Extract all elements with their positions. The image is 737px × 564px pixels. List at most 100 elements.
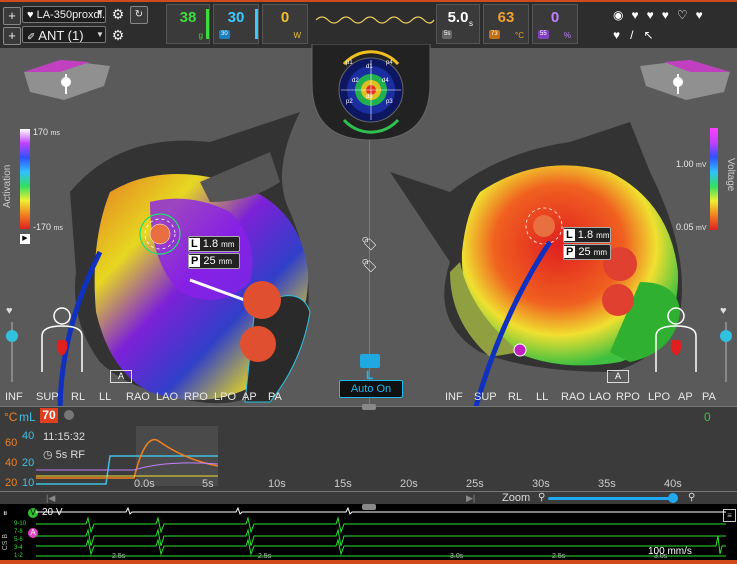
catheter-selector-dropdown[interactable]: ✐ ANT (1)	[22, 26, 106, 43]
view-label-rao[interactable]: RAO	[561, 391, 589, 403]
play-icon[interactable]: ▶	[20, 234, 30, 244]
ecg-traces	[36, 506, 726, 557]
heart-icon[interactable]: ♥	[662, 8, 677, 22]
impedance-drop-chip: 55	[538, 30, 549, 39]
impedance-drop-value: 0	[550, 9, 560, 26]
view-label-rl[interactable]: RL	[71, 391, 99, 403]
view-label-ll[interactable]: LL	[99, 391, 126, 403]
temp-axis-unit: °C	[4, 410, 18, 424]
torso-orientation-left[interactable]	[36, 306, 88, 372]
view-label-sup[interactable]: SUP	[474, 391, 508, 403]
tick-35s: 35s	[598, 478, 616, 490]
add-map-button[interactable]: +	[3, 7, 21, 25]
ecg-time-mark: 3.0s	[450, 553, 464, 560]
rewind-icon[interactable]: |◀	[46, 493, 55, 504]
tag-icon[interactable]: 🏷	[361, 258, 378, 274]
heart-check-icon[interactable]: ♥	[613, 28, 630, 42]
tag-icon[interactable]: 🏷	[361, 236, 378, 252]
view-label-rpo[interactable]: RPO	[184, 391, 214, 403]
zoom-slider[interactable]	[548, 497, 676, 500]
duration-unit: s	[469, 19, 473, 28]
torso-orientation-right[interactable]	[650, 306, 702, 372]
bottom-accent-line	[0, 560, 737, 564]
ecg-time-mark: 2.5s	[112, 553, 126, 560]
left-distance-tag: L 1.8 mm	[188, 236, 240, 252]
power-metric: 0 W	[262, 4, 308, 44]
orientation-widget-right[interactable]	[630, 52, 734, 106]
heart-icon[interactable]: ♥	[647, 8, 662, 22]
view-label-lao[interactable]: LAO	[589, 391, 616, 403]
voltage-map-right[interactable]	[390, 112, 690, 412]
tick-15s: 15s	[334, 478, 352, 490]
heart-icon[interactable]: ♥	[696, 8, 711, 22]
bullseye-label-p1: p1	[346, 60, 353, 66]
view-label-inf[interactable]: INF	[5, 391, 36, 403]
temperature-chip: 73	[489, 30, 500, 39]
view-label-pa[interactable]: PA	[268, 391, 288, 403]
activation-scale-label: Activation	[2, 164, 13, 208]
record-icon[interactable]	[64, 410, 74, 420]
catheter-icon: ✐	[27, 32, 36, 43]
view-label-sup[interactable]: SUP	[36, 391, 71, 403]
catheter-selector-value: ANT (1)	[38, 28, 84, 43]
view-label-rpo[interactable]: RPO	[616, 391, 648, 403]
refresh-icon[interactable]: ↻	[130, 6, 148, 24]
gear-icon[interactable]: ⚙	[110, 27, 126, 43]
cs-bipolar-label: CS B	[2, 534, 9, 551]
zoom-slider-handle[interactable]	[668, 493, 678, 503]
opacity-slider-right-handle[interactable]	[720, 330, 732, 342]
zoom-out-icon[interactable]: ⚲	[538, 492, 545, 503]
duration-chip: 5s	[442, 30, 453, 39]
map-tools-row-1: ◉♥♥♥♡♥	[613, 8, 733, 22]
flow-axis-unit: mL	[19, 410, 36, 424]
view-label-ap[interactable]: AP	[678, 391, 702, 403]
view-label-lpo[interactable]: LPO	[648, 391, 678, 403]
sweep-speed[interactable]: 100 mm/s	[648, 546, 692, 557]
impedance-drop-unit: %	[563, 31, 571, 40]
map-selector-dropdown[interactable]: ♥ LA-350proxdi...	[22, 6, 106, 23]
fast-forward-icon[interactable]: ▶|	[466, 493, 475, 504]
add-catheter-button[interactable]: +	[3, 27, 21, 45]
auto-on-button[interactable]: Auto On	[339, 380, 403, 398]
heart-icon[interactable]: ♥	[631, 8, 646, 22]
view-label-rl[interactable]: RL	[508, 391, 536, 403]
view-label-rao[interactable]: RAO	[126, 391, 156, 403]
view-label-inf[interactable]: INF	[445, 391, 474, 403]
view-label-pa[interactable]: PA	[702, 391, 722, 403]
app-window: + ♥ LA-350proxdi... ▼ ⚙ ↻ + ✐ ANT (1) ▼ …	[0, 0, 737, 564]
catheter-tool-icon[interactable]: /	[630, 28, 643, 42]
badge-a-right: A	[607, 370, 629, 383]
flow-bar	[255, 9, 258, 39]
right-axis-zero: 0	[704, 410, 711, 424]
panel-resize-handle[interactable]	[362, 404, 376, 410]
eye-icon[interactable]: ◉	[613, 8, 631, 22]
pointer-icon[interactable]: ↖	[643, 28, 663, 42]
bullseye-label-d2: d2	[352, 78, 359, 84]
cs-channel-list: 9-10 7-8 5-6 3-4 1-2	[14, 521, 27, 559]
view-label-ll[interactable]: LL	[536, 391, 561, 403]
heart-half-icon[interactable]: ♡	[677, 8, 696, 22]
gear-icon[interactable]: ⚙	[110, 6, 126, 22]
temperature-metric: 63 °C 73	[483, 4, 529, 44]
heart-icon: ♥	[6, 305, 13, 317]
flow-tick-20: 20	[22, 457, 35, 469]
zoom-in-icon[interactable]: ⚲	[688, 492, 695, 503]
contact-force-value: 38	[179, 9, 197, 26]
power-unit: W	[293, 31, 301, 40]
bullseye-label-p4: p4	[386, 60, 393, 66]
voltage-scale-label: Voltage	[725, 158, 736, 192]
view-label-lpo[interactable]: LPO	[214, 391, 242, 403]
view-label-lao[interactable]: LAO	[156, 391, 184, 403]
power-value: 0	[280, 9, 290, 26]
orientation-widget-left[interactable]	[20, 52, 120, 106]
opacity-slider-left-handle[interactable]	[6, 330, 18, 342]
tick-30s: 30s	[532, 478, 550, 490]
chevron-down-icon: ▼	[96, 30, 104, 39]
impedance-drop-metric: 0 % 55	[532, 4, 578, 44]
pause-icon[interactable]: ⏸	[3, 508, 8, 519]
camera-icon[interactable]	[360, 354, 380, 368]
activation-color-bar	[20, 129, 30, 229]
temperature-unit: °C	[515, 31, 524, 40]
zoom-label: Zoom	[502, 492, 531, 504]
view-label-ap[interactable]: AP	[242, 391, 268, 403]
